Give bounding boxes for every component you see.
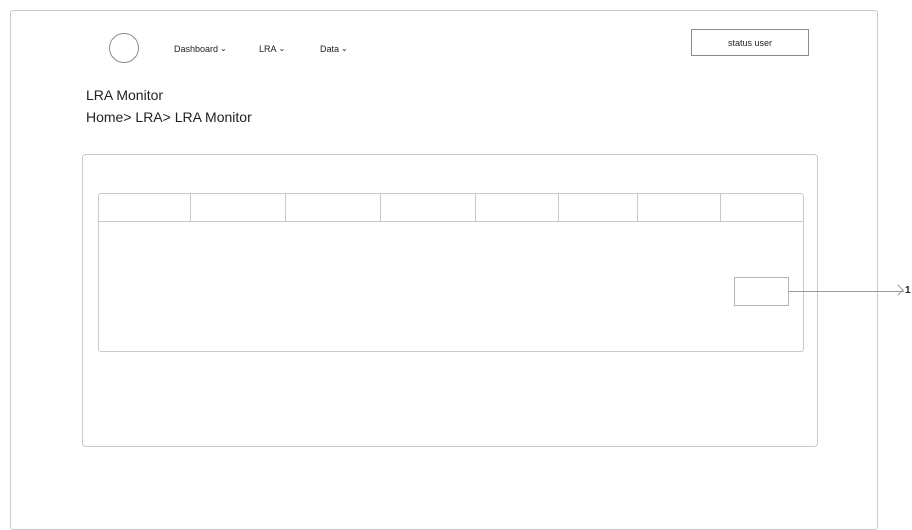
tab-3[interactable] — [286, 194, 381, 221]
nav-item-lra[interactable]: LRA ⌄ — [259, 44, 285, 54]
action-button[interactable] — [734, 277, 789, 306]
tab-4[interactable] — [381, 194, 476, 221]
nav-item-data[interactable]: Data ⌄ — [320, 44, 348, 54]
tab-8[interactable] — [721, 194, 802, 221]
nav-item-label: Dashboard — [174, 44, 219, 54]
callout-number: 1 — [905, 285, 911, 296]
logo-icon[interactable] — [109, 33, 139, 63]
callout-line — [789, 291, 904, 292]
tab-5[interactable] — [476, 194, 559, 221]
tab-2[interactable] — [191, 194, 286, 221]
tab-content-area — [98, 221, 804, 352]
tab-1[interactable] — [99, 194, 191, 221]
arrow-right-icon — [892, 284, 904, 296]
status-user-label: status user — [727, 37, 773, 48]
tab-strip — [98, 193, 804, 222]
nav-item-label: LRA — [259, 44, 277, 54]
page-title: LRA Monitor — [86, 87, 164, 103]
chevron-down-icon: ⌄ — [278, 44, 286, 53]
nav-item-label: Data — [320, 44, 340, 54]
nav-item-dashboard[interactable]: Dashboard ⌄ — [174, 44, 227, 54]
tab-6[interactable] — [559, 194, 638, 221]
tab-7[interactable] — [638, 194, 721, 221]
status-user-button[interactable]: status user — [691, 29, 809, 56]
chevron-down-icon: ⌄ — [341, 44, 348, 53]
breadcrumb[interactable]: Home> LRA> LRA Monitor — [86, 109, 252, 125]
chevron-down-icon: ⌄ — [220, 44, 227, 53]
